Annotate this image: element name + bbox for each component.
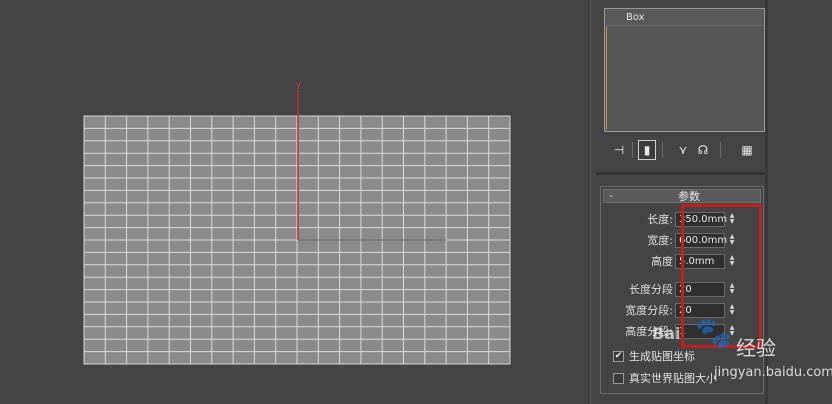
annotation-highlight-box — [681, 204, 762, 348]
y-axis-label: y — [296, 80, 302, 90]
height-segs-label: 高度分段: — [625, 325, 673, 338]
gen-mapping-label: 生成贴图坐标 — [629, 350, 695, 363]
checkbox-box[interactable]: ✔ — [613, 350, 624, 362]
panel-divider — [588, 0, 591, 404]
panel-scrollbar[interactable] — [765, 0, 768, 404]
pin-stack-icon[interactable]: ⊣ — [610, 140, 628, 160]
length-segs-label: 长度分段 — [629, 283, 673, 296]
plane-grid-mesh[interactable] — [0, 0, 588, 404]
section-divider — [596, 172, 768, 175]
stack-toolbar: ⊣ ▮ ⋎ ☊ ▦ — [608, 140, 768, 162]
collapse-icon[interactable]: - — [604, 191, 618, 202]
stack-selection-frame — [606, 10, 607, 130]
toolbar-separator — [632, 142, 633, 158]
modifier-stack-list[interactable]: Box — [604, 8, 765, 132]
rollout-title: 参数 — [678, 190, 700, 203]
real-world-map-label: 真实世界贴图大小 — [629, 372, 717, 385]
checkbox-box[interactable] — [613, 372, 624, 384]
toolbar-separator — [662, 142, 663, 158]
width-segs-label: 宽度分段: — [625, 304, 673, 317]
height-label: 高度 — [651, 255, 673, 268]
show-end-result-icon[interactable]: ▮ — [638, 140, 656, 160]
remove-modifier-icon[interactable]: ☊ — [694, 140, 712, 160]
width-label: 宽度: — [647, 234, 673, 247]
parameters-rollout-header[interactable]: - 参数 — [603, 189, 761, 203]
perspective-viewport[interactable]: y — [0, 0, 588, 404]
make-unique-icon[interactable]: ⋎ — [674, 140, 692, 160]
configure-modifier-sets-icon[interactable]: ▦ — [738, 140, 756, 160]
gen-mapping-checkbox[interactable]: ✔ 生成贴图坐标 — [613, 349, 695, 363]
stack-item-box[interactable]: Box — [606, 10, 763, 26]
toolbar-separator — [720, 142, 721, 158]
real-world-map-checkbox[interactable]: 真实世界贴图大小 — [613, 371, 717, 385]
length-label: 长度: — [647, 213, 673, 226]
